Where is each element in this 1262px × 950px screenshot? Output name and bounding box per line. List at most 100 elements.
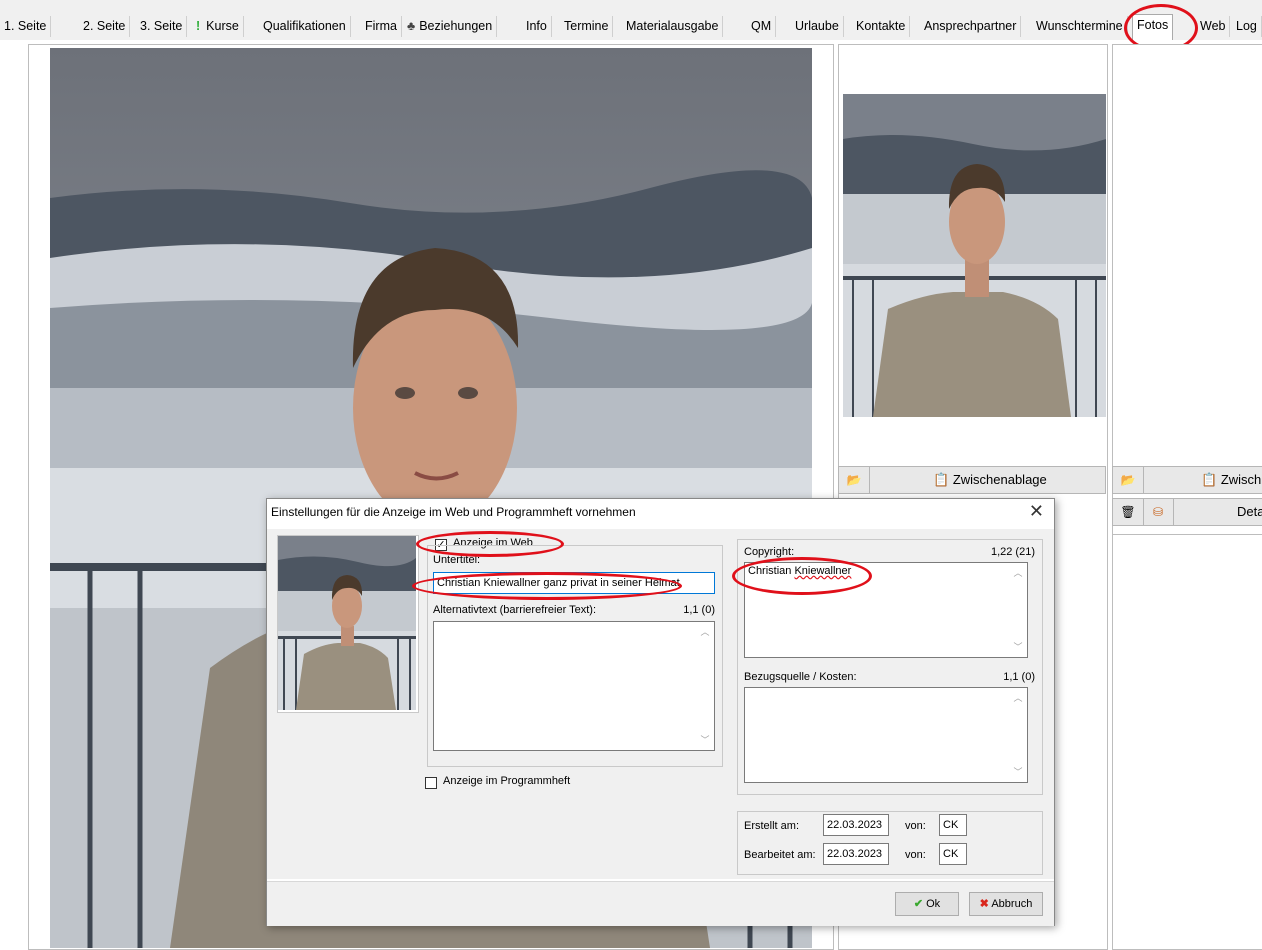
created-by-field[interactable]: CK bbox=[939, 814, 967, 836]
tab-label: Wunschtermine bbox=[1036, 19, 1123, 33]
created-label: Erstellt am: bbox=[744, 820, 800, 832]
copyright-label: Copyright: bbox=[744, 546, 795, 558]
clipboard-icon: 📋 bbox=[933, 472, 950, 487]
ok-button-label: Ok bbox=[926, 898, 941, 910]
trash-icon: 🗑 bbox=[1120, 505, 1136, 519]
database-export-button[interactable]: ⛁ bbox=[1143, 499, 1174, 525]
folder-open-icon: 📂 bbox=[1120, 473, 1136, 487]
scrollbar[interactable]: ︿ ﹀ bbox=[697, 623, 713, 749]
tab-info[interactable]: Info bbox=[522, 16, 552, 37]
dialog-thumbnail-frame bbox=[277, 535, 419, 713]
source-label: Bezugsquelle / Kosten: bbox=[744, 671, 857, 683]
open-folder-button[interactable]: 📂 bbox=[839, 467, 870, 493]
close-icon[interactable]: ✕ bbox=[1029, 501, 1044, 522]
annotation-circle-copyright bbox=[732, 557, 872, 595]
tab-label: Qualifikationen bbox=[263, 19, 346, 33]
details-button-row: 🗑 ⛁ Deta bbox=[1112, 498, 1262, 526]
tab-web[interactable]: Web bbox=[1196, 16, 1231, 37]
tab-label: 3. Seite bbox=[140, 19, 183, 33]
photo-panel-3 bbox=[1112, 44, 1262, 950]
clipboard-button-label: Zwisch bbox=[1220, 472, 1262, 487]
cancel-button-label: Abbruch bbox=[991, 898, 1033, 910]
clipboard-button[interactable]: 📋 Zwischenablage bbox=[933, 467, 1047, 493]
tab-label: 1. Seite bbox=[4, 19, 47, 33]
thumbnail-portrait-photo bbox=[843, 94, 1106, 417]
tab-ansprechpartner[interactable]: Ansprechpartner bbox=[920, 16, 1022, 37]
tab-3-seite[interactable]: 3. Seite bbox=[136, 16, 188, 37]
open-folder-button-2[interactable]: 📂 bbox=[1113, 467, 1144, 493]
tab-log[interactable]: Log bbox=[1232, 16, 1262, 37]
alt-text-textarea[interactable]: ︿ ﹀ bbox=[433, 621, 715, 751]
dialog-title: Einstellungen für die Anzeige im Web und… bbox=[271, 505, 636, 519]
ok-button[interactable]: ✔ Ok bbox=[895, 892, 959, 916]
database-export-icon: ⛁ bbox=[1152, 505, 1164, 519]
tab-kurse[interactable]: ! Kurse bbox=[192, 16, 244, 37]
clipboard-icon: 📋 bbox=[1201, 472, 1218, 487]
edited-date-field[interactable]: 22.03.2023 bbox=[823, 843, 889, 865]
show-program-label: Anzeige im Programmheft bbox=[443, 775, 571, 787]
alt-text-char-count: 1,1 (0) bbox=[683, 604, 715, 616]
created-by-label: von: bbox=[905, 820, 926, 832]
scroll-up-icon[interactable]: ︿ bbox=[1010, 691, 1026, 705]
tab-label: Log bbox=[1236, 19, 1257, 33]
scroll-down-icon[interactable]: ﹀ bbox=[1010, 640, 1026, 654]
cancel-x-icon: ✖ bbox=[979, 898, 989, 910]
copyright-char-count: 1,22 (21) bbox=[990, 546, 1035, 558]
alt-text-label: Alternativtext (barrierefreier Text): bbox=[433, 604, 597, 616]
tab-label: Kontakte bbox=[856, 19, 906, 33]
tab-label: Urlaube bbox=[795, 19, 839, 33]
scroll-down-icon[interactable]: ﹀ bbox=[1010, 765, 1026, 779]
tab-firma[interactable]: Firma bbox=[361, 16, 402, 37]
tree-icon: ♣ bbox=[407, 19, 416, 33]
tab-beziehungen[interactable]: ♣ Beziehungen bbox=[403, 16, 498, 37]
tab-label: Ansprechpartner bbox=[924, 19, 1017, 33]
source-char-count: 1,1 (0) bbox=[1003, 671, 1035, 683]
dialog-footer: ✔ Ok ✖ Abbruch bbox=[267, 881, 1054, 926]
source-textarea[interactable]: ︿ ﹀ bbox=[744, 687, 1028, 783]
tab-label: Web bbox=[1200, 19, 1226, 33]
edited-label: Bearbeitet am: bbox=[744, 849, 816, 861]
scroll-up-icon[interactable]: ︿ bbox=[697, 625, 713, 639]
tab-materialausgabe[interactable]: Materialausgabe bbox=[622, 16, 724, 37]
tab-label: Firma bbox=[365, 19, 397, 33]
scroll-down-icon[interactable]: ﹀ bbox=[697, 733, 713, 747]
cancel-button[interactable]: ✖ Abbruch bbox=[969, 892, 1043, 916]
clipboard-button-2[interactable]: 📋 Zwisch bbox=[1201, 467, 1261, 493]
tab-termine[interactable]: Termine bbox=[560, 16, 614, 37]
tab-label: Beziehungen bbox=[419, 19, 493, 33]
folder-open-icon: 📂 bbox=[846, 473, 862, 487]
tab-label: Termine bbox=[564, 19, 609, 33]
tab-bar: 1. Seite 2. Seite 3. Seite ! Kurse Qualif… bbox=[0, 0, 1262, 40]
show-program-checkbox[interactable] bbox=[425, 777, 437, 789]
clipboard-button-row: 📂 📋 Zwischenablage bbox=[838, 466, 1106, 494]
edited-by-field[interactable]: CK bbox=[939, 843, 967, 865]
clipboard-button-row-2: 📂 📋 Zwisch bbox=[1112, 466, 1262, 494]
tab-label: Info bbox=[526, 19, 547, 33]
exclamation-icon: ! bbox=[196, 19, 201, 33]
web-settings-dialog: Einstellungen für die Anzeige im Web und… bbox=[266, 498, 1055, 926]
scroll-up-icon[interactable]: ︿ bbox=[1010, 566, 1026, 580]
created-date-field[interactable]: 22.03.2023 bbox=[823, 814, 889, 836]
tab-wunschtermine[interactable]: Wunschtermine bbox=[1032, 16, 1128, 37]
tab-urlaube[interactable]: Urlaube bbox=[791, 16, 844, 37]
tab-label: Materialausgabe bbox=[626, 19, 719, 33]
tab-kontakte[interactable]: Kontakte bbox=[852, 16, 911, 37]
delete-button[interactable]: 🗑 bbox=[1113, 499, 1144, 525]
scrollbar[interactable]: ︿ ﹀ bbox=[1010, 564, 1026, 656]
tab-2-seite[interactable]: 2. Seite bbox=[79, 16, 131, 37]
tab-1-seite[interactable]: 1. Seite bbox=[0, 16, 52, 37]
annotation-circle-show-web bbox=[416, 531, 564, 557]
edited-by-label: von: bbox=[905, 849, 926, 861]
tab-label: Kurse bbox=[206, 19, 239, 33]
tab-qualifikationen[interactable]: Qualifikationen bbox=[259, 16, 351, 37]
scrollbar[interactable]: ︿ ﹀ bbox=[1010, 689, 1026, 781]
clipboard-button-label: Zwischenablage bbox=[952, 472, 1047, 487]
annotation-circle-subtitle bbox=[412, 572, 682, 600]
details-button[interactable]: Deta bbox=[1237, 499, 1262, 525]
details-button-label: Deta bbox=[1237, 504, 1262, 519]
tab-label: QM bbox=[751, 19, 772, 33]
tab-qm[interactable]: QM bbox=[747, 16, 777, 37]
panel-divider bbox=[1112, 534, 1262, 535]
tab-label: 2. Seite bbox=[83, 19, 126, 33]
checkmark-icon: ✔ bbox=[913, 898, 924, 910]
